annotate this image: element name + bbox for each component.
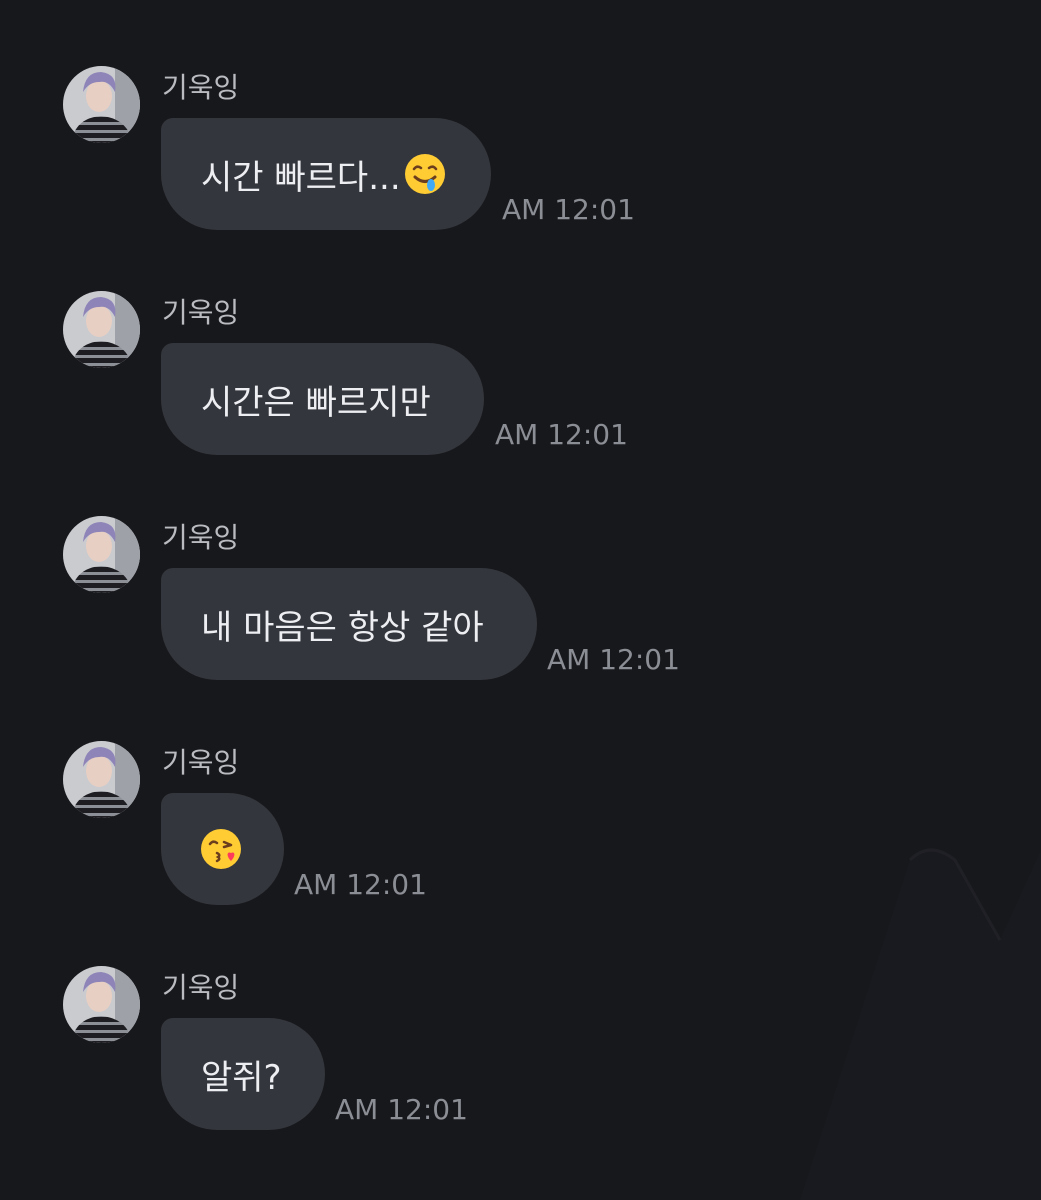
message-bubble[interactable] [161, 793, 284, 905]
message-group: 기욱잉 AM 12:01 [0, 675, 1041, 905]
message-bubble[interactable]: 시간 빠르다... [161, 118, 491, 230]
message-group: 기욱잉 시간 빠르다... AM 12:01 [0, 0, 1041, 230]
message-bubble[interactable]: 시간은 빠르지만 [161, 343, 484, 455]
timestamp: AM 12:01 [294, 868, 427, 901]
message-text: 시간 빠르다... [201, 157, 401, 198]
message-group: 기욱잉 내 마음은 항상 같아 AM 12:01 [0, 450, 1041, 680]
avatar[interactable] [63, 741, 140, 818]
sender-name: 기욱잉 [162, 296, 240, 329]
message-group: 기욱잉 알쥐? AM 12:01 [0, 900, 1041, 1130]
sender-name: 기욱잉 [162, 746, 240, 779]
avatar[interactable] [63, 516, 140, 593]
message-group: 기욱잉 시간은 빠르지만 AM 12:01 [0, 225, 1041, 455]
face-blowing-kiss-emoji-icon [199, 827, 243, 871]
timestamp: AM 12:01 [502, 193, 635, 226]
avatar[interactable] [63, 291, 140, 368]
message-text: 알쥐? [201, 1057, 282, 1098]
timestamp: AM 12:01 [335, 1093, 468, 1126]
sender-name: 기욱잉 [162, 521, 240, 554]
message-bubble[interactable]: 내 마음은 항상 같아 [161, 568, 537, 680]
message-text: 내 마음은 항상 같아 [201, 607, 484, 648]
sender-name: 기욱잉 [162, 71, 240, 104]
sender-name: 기욱잉 [162, 971, 240, 1004]
message-bubble[interactable]: 알쥐? [161, 1018, 325, 1130]
avatar[interactable] [63, 66, 140, 143]
timestamp: AM 12:01 [547, 643, 680, 676]
timestamp: AM 12:01 [495, 418, 628, 451]
avatar[interactable] [63, 966, 140, 1043]
drooling-face-emoji-icon [403, 152, 447, 196]
message-text: 시간은 빠르지만 [201, 382, 431, 423]
